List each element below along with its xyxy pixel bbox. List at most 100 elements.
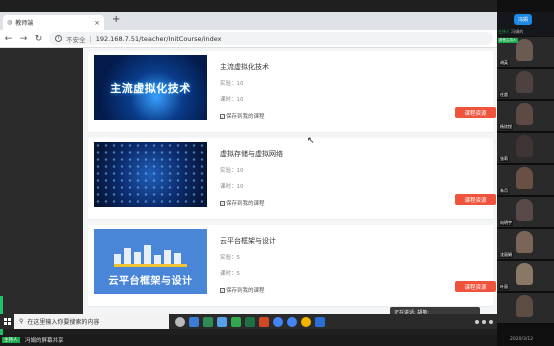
participant-video [516, 231, 533, 253]
app-icon[interactable] [189, 316, 199, 327]
participant-name: 胡英 [499, 60, 509, 66]
course-experiments: 实验：10 [220, 81, 244, 87]
participant-name: 向明宇 [499, 220, 513, 226]
host-name: 冯娟的 [511, 29, 524, 34]
meeting-date: 2020/3/12 [510, 337, 534, 342]
save-to-my-courses[interactable]: ✓ 保存到我的课程 [220, 112, 265, 120]
participant-tile[interactable]: 杨欣悦 [497, 101, 554, 132]
participant-panel: 冯娟 主持人 冯娟的 其他主持人 胡英 任超 杨欣悦 张莉 朱月 向明宇 沈丽娟… [497, 0, 554, 346]
course-card: 主流虚拟化技术 主流虚拟化技术 实验：10 课时：10 ✓ 保存到我的课程 课程… [88, 51, 496, 133]
windows-taskbar: ⚲ 在这里输入你要搜索的内容 [0, 314, 497, 329]
participant-tile[interactable]: 沈丽娟 [497, 229, 554, 260]
app-icon[interactable] [217, 316, 227, 327]
participant-name: 杨欣悦 [499, 124, 513, 130]
meeting-app-icon[interactable] [315, 316, 325, 327]
app-icon[interactable] [231, 316, 241, 327]
info-icon: i [55, 35, 62, 42]
save-to-my-courses[interactable]: ✓ 保存到我的课程 [220, 286, 265, 294]
participant-name: 张莉 [499, 156, 509, 162]
search-icon: ⚲ [19, 318, 24, 325]
course-hours: 课时：10 [220, 97, 244, 103]
participant-tile[interactable] [497, 293, 554, 324]
city-illustration [114, 245, 187, 267]
participant-tile[interactable]: 朱月 [497, 165, 554, 196]
url-text: 192.168.7.51/teacher/InitCourse/index [95, 34, 222, 43]
course-resources-button[interactable]: 课程资源 [455, 107, 496, 118]
participant-video [516, 295, 533, 317]
tab-title: 教师端 [15, 20, 34, 27]
course-thumbnail[interactable]: 主流虚拟化技术 [94, 55, 207, 120]
search-placeholder: 在这里输入你要搜索的内容 [27, 319, 100, 326]
participant-video [516, 167, 533, 189]
course-list: 主流虚拟化技术 主流虚拟化技术 实验：10 课时：10 ✓ 保存到我的课程 课程… [83, 48, 497, 314]
screen-share-bar: 主持人 冯娟的屏幕共享 [0, 335, 497, 346]
host-avatar-badge: 冯娟 [514, 14, 532, 25]
host-tag: 主持人 [2, 337, 20, 343]
system-tray[interactable] [475, 319, 497, 324]
course-thumbnail[interactable]: 云平台框架与设计 [94, 229, 207, 294]
participant-tile[interactable]: 其他主持人 胡英 [497, 37, 554, 68]
participant-host-tag: 其他主持人 [498, 38, 518, 43]
participant-tile[interactable]: 叶丽 [497, 261, 554, 292]
save-label: 保存到我的课程 [226, 201, 265, 207]
course-resources-button[interactable]: 课程资源 [455, 194, 496, 205]
host-labels: 主持人 冯娟的 [498, 29, 523, 35]
app-icon[interactable] [203, 316, 213, 327]
mouse-cursor-icon: ↖ [307, 136, 315, 146]
address-toolbar: ← → ↻ i 不安全 | 192.168.7.51/teacher/InitC… [0, 30, 497, 48]
host-video[interactable]: 冯娟 主持人 冯娟的 [497, 12, 554, 36]
excel-icon[interactable] [245, 316, 255, 327]
participant-video [516, 39, 533, 61]
thumbnail-title: 主流虚拟化技术 [110, 81, 191, 95]
windows-start-icon[interactable] [0, 314, 14, 329]
course-experiments: 实验：10 [220, 168, 244, 174]
course-title[interactable]: 主流虚拟化技术 [220, 62, 269, 72]
participant-name: 任超 [499, 92, 509, 98]
participant-name: 叶丽 [499, 284, 509, 290]
new-tab-icon[interactable]: + [112, 14, 120, 25]
save-to-my-courses[interactable]: ✓ 保存到我的课程 [220, 199, 265, 207]
participant-tile[interactable]: 任超 [497, 69, 554, 100]
chrome-icon[interactable] [273, 316, 283, 327]
participant-video [516, 199, 533, 221]
task-view-icon[interactable] [175, 316, 185, 327]
hexagon-pattern [94, 142, 207, 207]
course-card: 虚拟存储与虚拟网络 实验：10 课时：10 ✓ 保存到我的课程 课程资源 [88, 138, 496, 220]
save-label: 保存到我的课程 [226, 114, 265, 120]
course-title[interactable]: 云平台框架与设计 [220, 236, 276, 246]
checkbox-icon[interactable]: ✓ [220, 200, 225, 206]
powerpoint-icon[interactable] [259, 316, 269, 327]
close-tab-icon[interactable]: × [94, 19, 100, 27]
reload-icon[interactable]: ↻ [34, 34, 43, 44]
url-separator: | [89, 34, 92, 43]
thumbnail-title: 云平台框架与设计 [108, 276, 193, 287]
course-hours: 课时：10 [220, 184, 244, 190]
save-label: 保存到我的课程 [226, 288, 265, 294]
chrome-icon[interactable] [301, 316, 311, 327]
course-resources-button[interactable]: 课程资源 [455, 281, 496, 292]
participant-name: 沈丽娟 [499, 252, 513, 258]
participant-video [516, 135, 533, 157]
participant-video [516, 71, 533, 93]
course-title[interactable]: 虚拟存储与虚拟网络 [220, 149, 283, 159]
url-bar[interactable]: i 不安全 | 192.168.7.51/teacher/InitCourse/… [49, 32, 493, 45]
checkbox-icon[interactable]: ✓ [220, 113, 225, 119]
participant-tile[interactable]: 张莉 [497, 133, 554, 164]
chrome-icon[interactable] [287, 316, 297, 327]
course-thumbnail[interactable] [94, 142, 207, 207]
browser-tab[interactable]: ◍ 教师端 × [3, 15, 104, 30]
taskbar-search[interactable]: ⚲ 在这里输入你要搜索的内容 [14, 314, 169, 329]
share-label: 冯娟的屏幕共享 [25, 338, 64, 344]
participant-tile[interactable]: 向明宇 [497, 197, 554, 228]
participant-video [516, 263, 533, 285]
back-icon[interactable]: ← [4, 34, 13, 44]
participant-video [516, 103, 533, 125]
not-secure-label: 不安全 [66, 35, 86, 44]
taskbar-apps [175, 316, 325, 327]
checkbox-icon[interactable]: ✓ [220, 287, 225, 293]
course-experiments: 实验：5 [220, 255, 240, 261]
forward-icon[interactable]: → [19, 34, 28, 44]
host-role: 主持人 [498, 29, 510, 34]
participant-name: 朱月 [499, 188, 509, 194]
globe-icon: ◍ [7, 19, 13, 26]
